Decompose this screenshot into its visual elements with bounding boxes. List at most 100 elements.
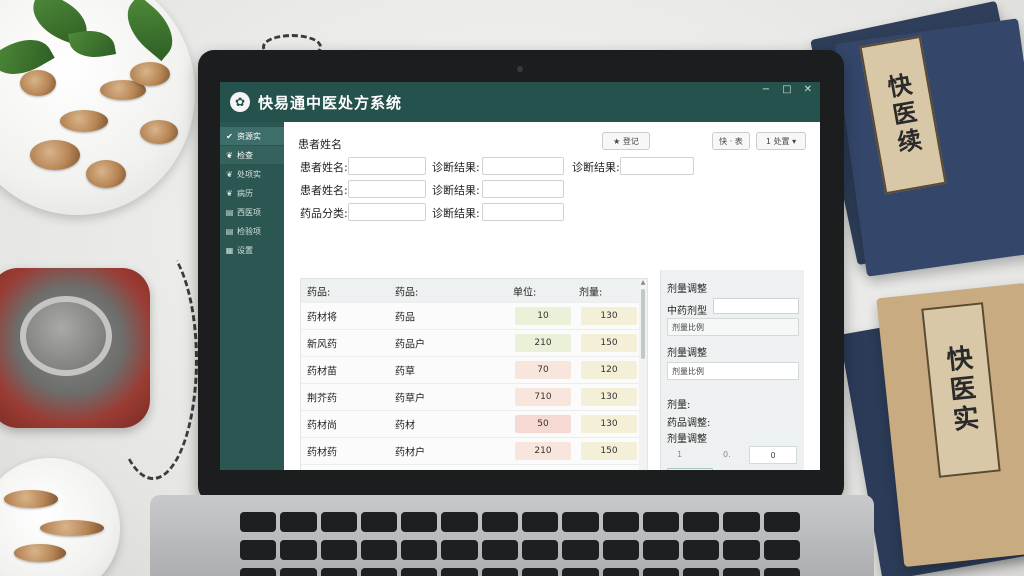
dose-adjust-label: 剂量调整	[667, 348, 707, 359]
leaf-icon: ❦	[226, 188, 233, 198]
history-button[interactable]: 快 · 表	[712, 132, 750, 150]
dose-value: 130	[581, 388, 637, 406]
value-left: 1	[677, 450, 683, 459]
main-content: 患者姓名 ★ 登记 快 · 表 1 处置 ▾ 患者姓名: 诊断结果: 诊断结果:…	[284, 122, 820, 470]
dose-value: 120	[581, 361, 637, 379]
unit-value: 210	[515, 442, 571, 460]
dosage-form-label: 中药剂型	[667, 306, 707, 317]
value-mid: 0.	[723, 450, 731, 459]
window-controls: − □ ✕	[762, 84, 812, 95]
herb-slice	[130, 62, 170, 86]
column-header: 剂量:	[579, 287, 603, 298]
herb-icon: ✿	[230, 92, 250, 112]
unit-value: 50	[515, 415, 571, 433]
drug-name: 药材药	[307, 447, 337, 459]
unit-value: 210	[515, 334, 571, 352]
dose-label: 剂量:	[667, 400, 691, 411]
scroll-up-icon[interactable]: ▲	[639, 279, 647, 286]
dose-adjust-label-2: 剂量调整	[667, 434, 707, 445]
section-title: 患者姓名	[298, 138, 342, 151]
panel-title: 剂量调整	[667, 284, 707, 295]
drug-name: 新风药	[307, 339, 337, 351]
drug-name: 药材尚	[307, 420, 337, 432]
sidebar-item-lab[interactable]: ▤ 检验项	[220, 222, 284, 240]
app-window: ✿ 快易通中医处方系统 − □ ✕ ✔ 资源实 ❦ 检查 ❦ 处项实 ❦ 病历 …	[220, 82, 820, 470]
sidebar-item-exam[interactable]: ❦ 检查	[220, 146, 284, 164]
table-row[interactable]: 新风药 药品户 210 150	[301, 330, 639, 357]
table-row[interactable]: 药材药 药材户 210 150	[301, 438, 639, 465]
sidebar-item-western[interactable]: ▤ 西医项	[220, 203, 284, 221]
drug-alias: 药草户	[395, 393, 425, 405]
patient-name-input[interactable]	[348, 157, 426, 175]
diagnosis-input-3[interactable]	[482, 180, 564, 198]
diagnosis-input-4[interactable]	[482, 203, 564, 221]
title-bar: ✿ 快易通中医处方系统 − □ ✕	[220, 82, 820, 122]
patient-name-input-2[interactable]	[348, 180, 426, 198]
dose-value: 130	[581, 415, 637, 433]
drug-adjust-label: 药品调整:	[667, 418, 711, 429]
table-header: 药品: 药品: 单位: 剂量:	[301, 279, 639, 303]
drug-alias: 药材	[395, 420, 415, 432]
dose-ratio-box[interactable]: 剂量比例	[667, 318, 799, 336]
patient-name-label: 患者姓名:	[300, 161, 348, 174]
cord	[108, 240, 198, 480]
close-icon[interactable]: ✕	[804, 84, 812, 95]
value-input[interactable]: 0	[749, 446, 797, 464]
drug-category-label: 药品分类:	[300, 207, 348, 220]
diagnosis-label: 诊断结果:	[432, 161, 480, 174]
column-header: 药品:	[307, 287, 331, 298]
dose-button[interactable]: 剂量	[667, 468, 713, 470]
drug-name: 药材将	[307, 312, 337, 324]
grid-icon: ▦	[225, 245, 234, 255]
drug-alias: 药品户	[395, 339, 425, 351]
doc-icon: ▤	[225, 207, 234, 217]
patient-name-label-2: 患者姓名:	[300, 184, 348, 197]
drug-alias: 药品	[395, 312, 415, 324]
unit-value: 710	[515, 388, 571, 406]
table-scrollbar[interactable]: ▲ ▼	[639, 279, 647, 470]
drug-alias: 药草	[395, 366, 415, 378]
doc-icon: ▤	[225, 226, 234, 236]
sidebar-item-records[interactable]: ❦ 病历	[220, 184, 284, 202]
sidebar-item-resources[interactable]: ✔ 资源实	[220, 127, 284, 145]
dose-adjust-panel: 剂量调整 中药剂型 剂量比例 剂量调整 剂量比例 剂量: 药品调整: 剂量调整 …	[660, 270, 804, 470]
dose-value: 150	[581, 334, 637, 352]
drug-table: 药品: 药品: 单位: 剂量: 药材将 药品 10 130 新风药 药品户 21…	[300, 278, 648, 470]
filter-dropdown[interactable]: 1 处置 ▾	[756, 132, 806, 150]
check-icon: ✔	[226, 131, 233, 141]
column-header: 药品:	[395, 287, 419, 298]
table-row[interactable]: 药材尚 药材 50 130	[301, 411, 639, 438]
drug-category-input[interactable]	[348, 203, 426, 221]
table-row[interactable]: 荆芥药 药草户 710 130	[301, 384, 639, 411]
unit-value: 70	[515, 361, 571, 379]
sidebar-item-prescription[interactable]: ❦ 处项实	[220, 165, 284, 183]
table-row[interactable]: 药材苗 药草 70 120	[301, 357, 639, 384]
herb-slice	[60, 110, 108, 132]
herb-slice	[86, 160, 126, 188]
minimize-icon[interactable]: −	[762, 84, 770, 95]
drug-name: 荆芥药	[307, 393, 337, 405]
diagnosis-input[interactable]	[482, 157, 564, 175]
drug-alias: 药材户	[395, 447, 425, 459]
sidebar-item-label: 处项实	[237, 169, 261, 179]
leaf-icon: ❦	[226, 150, 233, 160]
dose-value: 130	[581, 307, 637, 325]
herb-slice	[40, 520, 104, 536]
herb-slice	[14, 544, 66, 562]
diagnosis-label-3: 诊断结果:	[432, 184, 480, 197]
diagnosis-label-2: 诊断结果:	[572, 161, 620, 174]
sidebar: ✔ 资源实 ❦ 检查 ❦ 处项实 ❦ 病历 ▤ 西医项 ▤ 检验项 ▦ 设置	[220, 122, 284, 470]
sidebar-item-label: 病历	[237, 188, 253, 198]
dosage-form-input[interactable]	[713, 298, 799, 314]
sidebar-item-label: 资源实	[237, 131, 261, 141]
dose-ratio-input[interactable]: 剂量比例	[667, 362, 799, 380]
herb-slice	[140, 120, 178, 144]
register-button[interactable]: ★ 登记	[602, 132, 650, 150]
leaf-icon: ❦	[226, 169, 233, 179]
table-row[interactable]: 药材将 药品 10 130	[301, 303, 639, 330]
scroll-thumb[interactable]	[641, 289, 645, 359]
sidebar-item-settings[interactable]: ▦ 设置	[220, 241, 284, 259]
herb-slice	[30, 140, 80, 170]
diagnosis-input-2[interactable]	[620, 157, 694, 175]
maximize-icon[interactable]: □	[782, 84, 791, 95]
